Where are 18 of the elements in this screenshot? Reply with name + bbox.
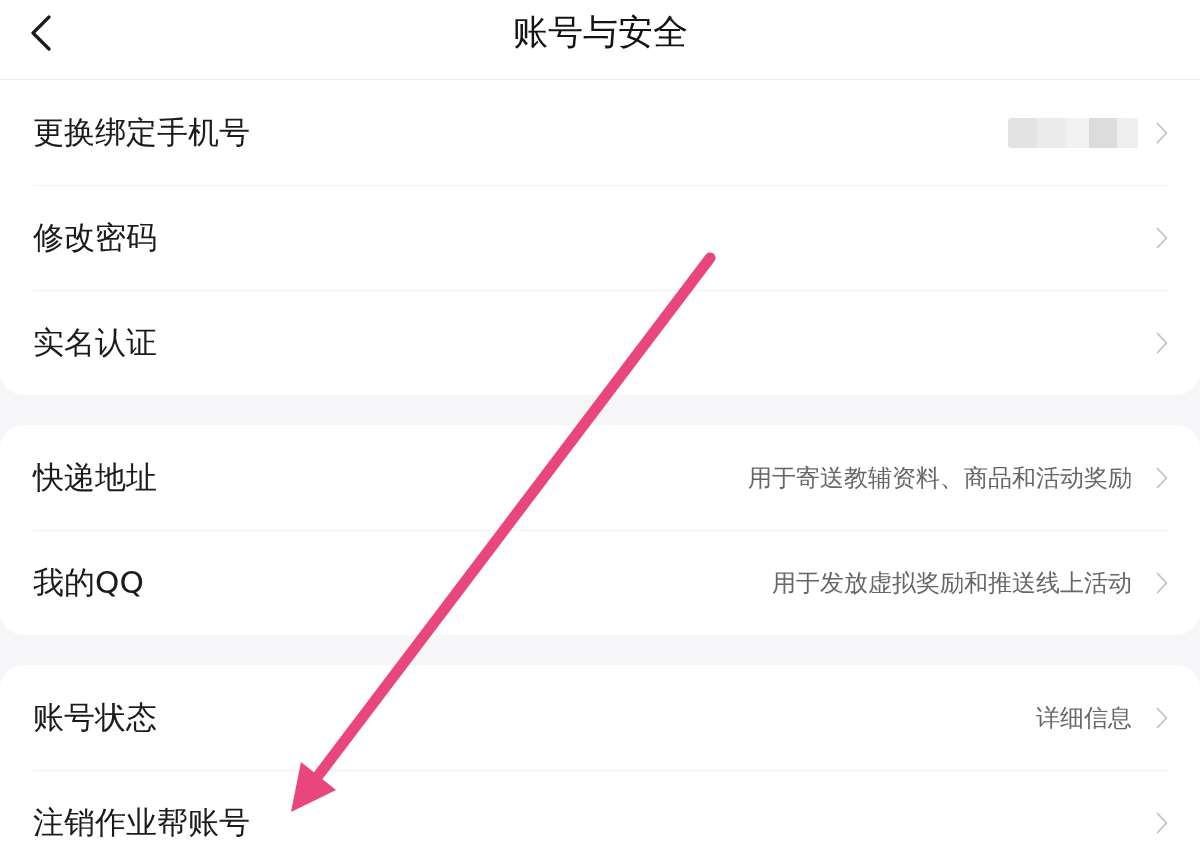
- row-value: 用于发放虚拟奖励和推送线上活动: [772, 568, 1132, 599]
- chevron-right-icon: [1156, 811, 1168, 834]
- settings-row[interactable]: 修改密码: [33, 185, 1168, 290]
- row-value: 详细信息: [1036, 702, 1132, 734]
- settings-row[interactable]: 快递地址 用于寄送教辅资料、商品和活动奖励: [33, 425, 1168, 530]
- chevron-right-icon: [1156, 227, 1168, 249]
- chevron-right-icon: [1156, 466, 1168, 489]
- page-title: 账号与安全: [512, 11, 688, 54]
- chevron-right-icon: [1156, 121, 1168, 144]
- row-value: 用于寄送教辅资料、商品和活动奖励: [748, 462, 1132, 494]
- chevron-right-icon: [1156, 332, 1168, 354]
- settings-row[interactable]: 实名认证: [33, 290, 1168, 395]
- chevron-right-icon: [1156, 572, 1168, 594]
- settings-row[interactable]: 账号状态 详细信息: [33, 665, 1168, 770]
- settings-row[interactable]: 我的QQ 用于发放虚拟奖励和推送线上活动: [33, 530, 1168, 635]
- back-icon: [30, 14, 52, 51]
- settings-row[interactable]: 更换绑定手机号: [33, 80, 1168, 185]
- chevron-right-icon: [1156, 706, 1168, 729]
